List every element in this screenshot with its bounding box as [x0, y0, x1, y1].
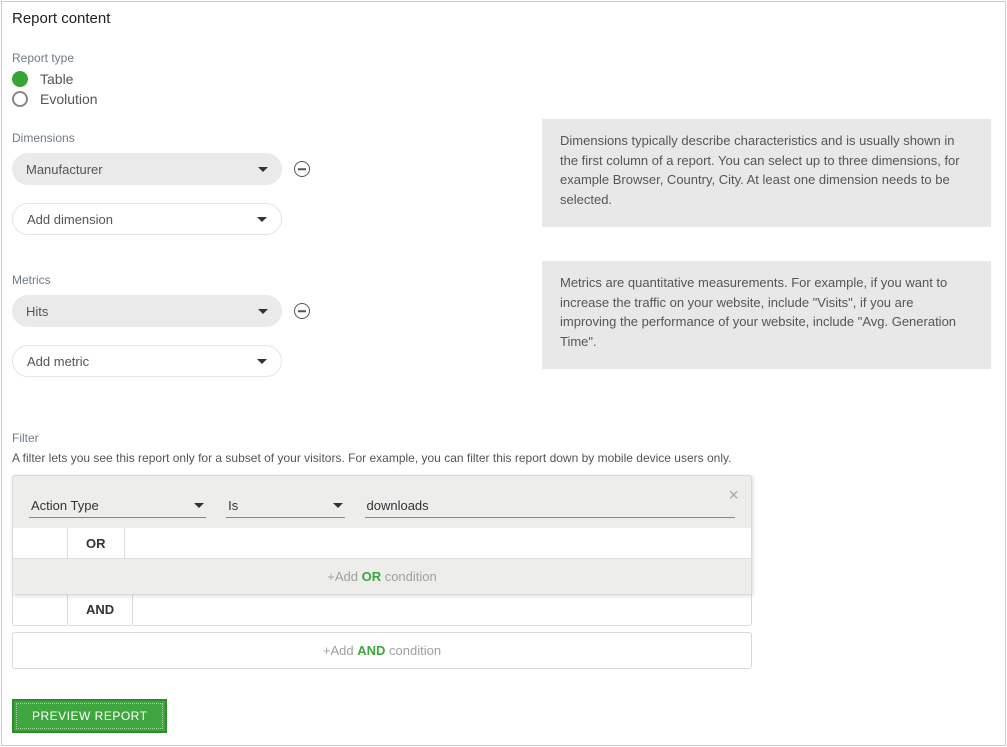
radio-icon	[12, 71, 28, 87]
filter-description: A filter lets you see this report only f…	[12, 451, 995, 465]
dimensions-section: Dimensions Manufacturer Add dimension	[2, 111, 1005, 253]
filter-operator-value: Is	[228, 498, 238, 513]
report-type-option-evolution[interactable]: Evolution	[12, 91, 995, 107]
chevron-down-icon	[257, 217, 267, 222]
filter-section: Filter A filter lets you see this report…	[2, 415, 1005, 733]
filter-field-select[interactable]: Action Type	[29, 494, 206, 518]
dimensions-help: Dimensions typically describe characteri…	[542, 119, 991, 227]
report-type-option-table[interactable]: Table	[12, 71, 995, 87]
and-chip: AND	[67, 594, 133, 626]
metric-select[interactable]: Hits	[12, 295, 282, 327]
chevron-down-icon	[258, 167, 268, 172]
report-type-label: Report type	[12, 51, 995, 65]
chevron-down-icon	[194, 503, 204, 508]
add-or-condition-button[interactable]: +Add OR condition	[13, 558, 751, 594]
report-type-section: Report type Table Evolution	[2, 35, 1005, 107]
metrics-help: Metrics are quantitative measurements. F…	[542, 261, 991, 369]
metric-selected-value: Hits	[26, 304, 48, 319]
or-connector-row: OR	[13, 528, 751, 558]
remove-metric-icon[interactable]	[294, 303, 310, 319]
add-metric-select[interactable]: Add metric	[12, 345, 282, 377]
filter-value-input[interactable]	[365, 494, 736, 518]
add-dimension-label: Add dimension	[27, 212, 113, 227]
and-connector-row: AND	[12, 594, 752, 626]
filter-label: Filter	[12, 431, 995, 445]
or-chip: OR	[68, 528, 125, 558]
dimension-selected-value: Manufacturer	[26, 162, 103, 177]
chevron-down-icon	[257, 359, 267, 364]
remove-dimension-icon[interactable]	[294, 161, 310, 177]
add-and-condition-button[interactable]: +Add AND condition	[12, 632, 752, 669]
filter-condition-group: × Action Type Is OR	[12, 475, 752, 595]
report-content-panel: Report content Report type Table Evoluti…	[1, 1, 1006, 746]
filter-operator-select[interactable]: Is	[226, 494, 344, 518]
add-dimension-select[interactable]: Add dimension	[12, 203, 282, 235]
close-icon[interactable]: ×	[728, 486, 739, 504]
radio-icon	[12, 91, 28, 107]
panel-title: Report content	[2, 2, 1005, 35]
chevron-down-icon	[333, 503, 343, 508]
add-metric-label: Add metric	[27, 354, 89, 369]
metrics-label: Metrics	[12, 273, 512, 287]
radio-label: Evolution	[40, 91, 98, 107]
radio-label: Table	[40, 71, 73, 87]
dimension-select[interactable]: Manufacturer	[12, 153, 282, 185]
chevron-down-icon	[258, 309, 268, 314]
preview-report-button[interactable]: PREVIEW REPORT	[12, 699, 167, 733]
dimensions-label: Dimensions	[12, 131, 512, 145]
metrics-section: Metrics Hits Add metric Metrics are q	[2, 253, 1005, 395]
filter-field-value: Action Type	[31, 498, 99, 513]
